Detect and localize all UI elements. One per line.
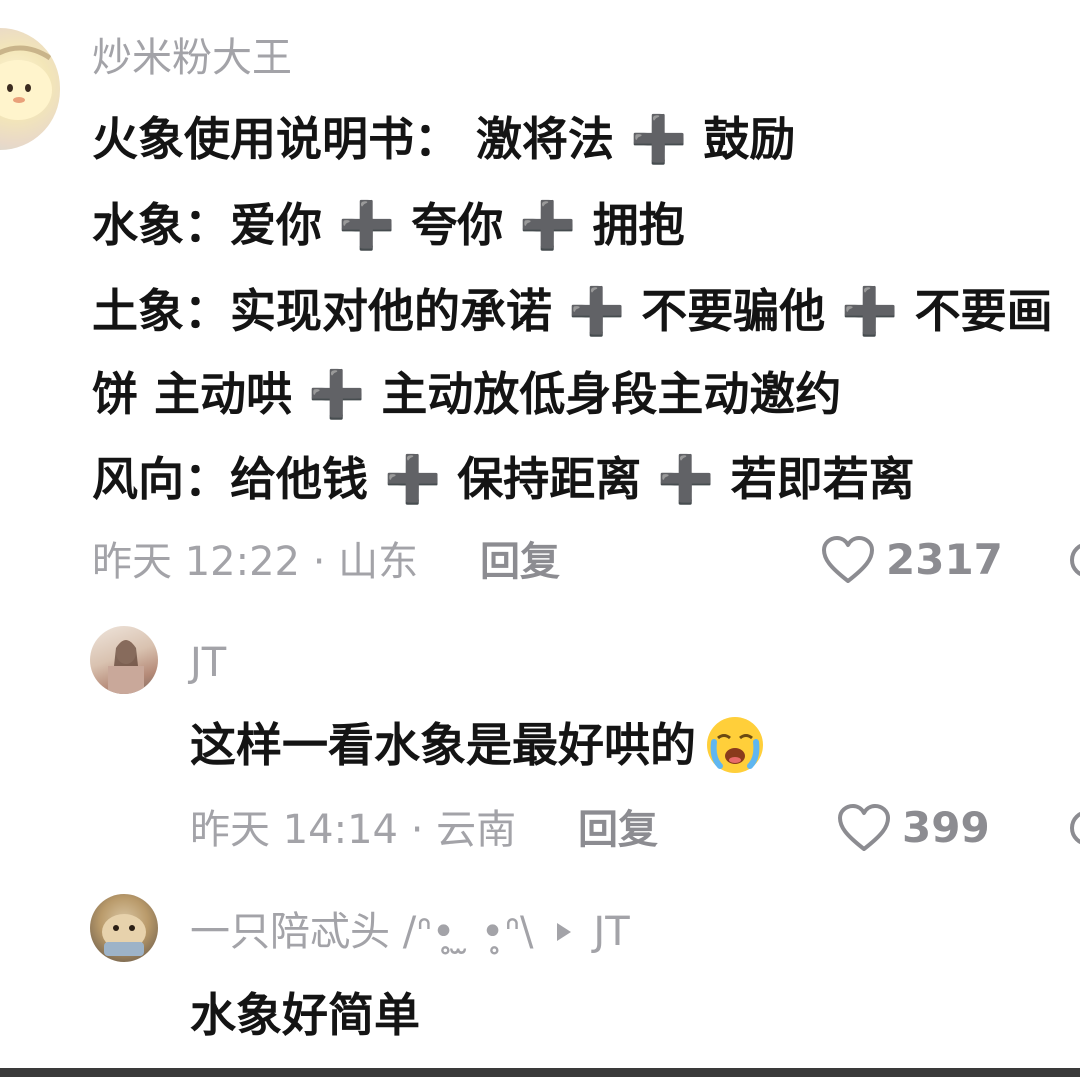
comment-text-line: 火象使用说明书： 激将法 ➕ 鼓励 xyxy=(92,112,796,166)
avatar-photo xyxy=(108,640,144,694)
comment-text: 这样一看水象是最好哄的 xyxy=(190,718,696,772)
like-count: 2317 xyxy=(886,535,1003,584)
comment-action-icon[interactable] xyxy=(1068,538,1080,582)
comment-text-line: 土象：实现对他的承诺 ➕ 不要骗他 ➕ 不要画 xyxy=(92,284,1053,338)
reply-button[interactable]: 回复 xyxy=(578,810,658,850)
avatar[interactable] xyxy=(90,894,158,962)
comment-text-line: 风向：给他钱 ➕ 保持距离 ➕ 若即若离 xyxy=(92,452,915,506)
like-count: 399 xyxy=(902,803,990,852)
comment-text-row: 这样一看水象是最好哄的 xyxy=(190,714,768,776)
loudly-crying-emoji xyxy=(707,717,763,773)
reply-button[interactable]: 回复 xyxy=(480,542,560,582)
avatar-hamster xyxy=(102,914,146,956)
comment-text-line: 饼 主动哄 ➕ 主动放低身段主动邀约 xyxy=(92,367,842,421)
comment-username[interactable]: JT xyxy=(190,643,226,683)
partial-edge-icon xyxy=(1070,543,1080,577)
comment-time-location: 昨天 12:22 · 山东 xyxy=(92,539,419,585)
heart-outline-icon xyxy=(838,804,890,851)
comment-header: 一只陪忒头 /ᐢ•̥ ̫ •̥ᐢ\ JT xyxy=(190,912,630,952)
comment-action-icon[interactable] xyxy=(1068,806,1080,850)
comment-username[interactable]: 炒米粉大王 xyxy=(92,38,292,78)
triangle-right-icon xyxy=(557,923,572,941)
comment-text-line: 水象：爱你 ➕ 夸你 ➕ 拥抱 xyxy=(92,198,685,252)
like-button[interactable]: 2317 xyxy=(820,534,1003,586)
comment-username[interactable]: 一只陪忒头 /ᐢ•̥ ̫ •̥ᐢ\ xyxy=(190,912,533,952)
partial-edge-icon xyxy=(1070,811,1080,845)
avatar[interactable] xyxy=(0,28,60,150)
avatar[interactable] xyxy=(90,626,158,694)
avatar-illustration xyxy=(0,45,52,120)
heart-outline-icon xyxy=(822,536,874,583)
comment-time-location: 昨天 14:14 · 云南 xyxy=(190,807,517,853)
like-button[interactable]: 399 xyxy=(836,802,990,854)
reply-to-username[interactable]: JT xyxy=(593,912,629,952)
bottom-divider xyxy=(0,1068,1080,1077)
comment-text: 水象好简单 xyxy=(190,988,420,1042)
